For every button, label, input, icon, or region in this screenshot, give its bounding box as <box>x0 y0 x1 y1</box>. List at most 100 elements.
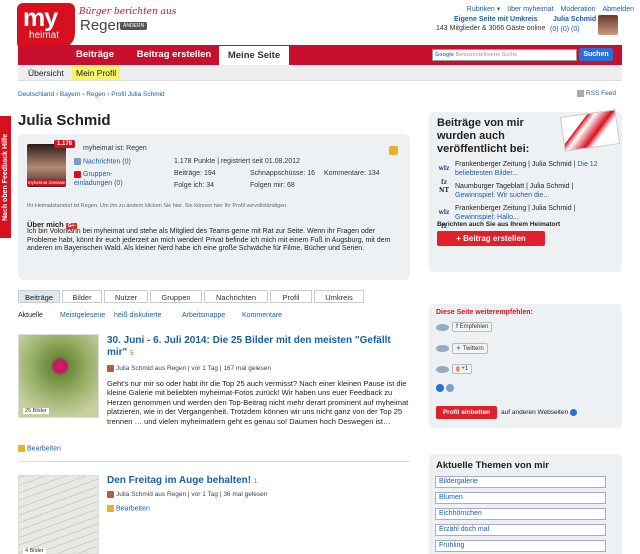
topic-item[interactable]: Bildergalerie <box>435 476 606 488</box>
source-article-link[interactable]: Gewinnspiel: Wir suchen die... <box>455 192 549 199</box>
post-title[interactable]: Den Freitag im Auge behalten! 1 <box>107 475 407 488</box>
topic-item[interactable]: Erzähl doch mal <box>435 524 606 536</box>
post-meta-text: Julia Schmid aus Regen | vor 1 Tag | 167… <box>116 365 272 373</box>
gplus-button[interactable]: g +1 <box>452 364 473 374</box>
logout-link[interactable]: Abmelden <box>602 6 634 13</box>
user-avatar-small[interactable] <box>598 15 618 35</box>
newspapers-image <box>559 109 621 152</box>
tab-umkreis[interactable]: Umkreis <box>314 290 364 303</box>
info-icon[interactable] <box>436 384 444 392</box>
nav-tab-beitraege[interactable]: Beiträge <box>70 45 120 65</box>
myheimat-logo[interactable]: my heimat <box>17 3 75 49</box>
filter-heiss-diskutierte[interactable]: heiß diskutierte <box>114 312 161 319</box>
group-icon <box>74 171 81 178</box>
about-text: Ich bin Volontärin bei myheimat und steh… <box>27 228 391 253</box>
stat-followers: Folgen mir: 68 <box>250 182 295 189</box>
members-online: 143 Mitglieder & 3066 Gäste online <box>436 25 546 32</box>
filter-meistgelesene[interactable]: Meistgelesene <box>60 312 105 319</box>
filter-aktuelle[interactable]: Aktuelle <box>18 312 43 319</box>
subnav-my-profile[interactable]: Mein Profil <box>72 66 121 80</box>
source-logo: wlz fz <box>438 209 450 230</box>
about-link[interactable]: über myheimat <box>507 6 553 13</box>
nav-tab-meine-seite[interactable]: Meine Seite <box>218 45 290 65</box>
search-input[interactable]: Google Benutzerdefinierte Suche <box>432 49 577 61</box>
post-thumbnail[interactable]: 4 Bilder <box>18 475 99 554</box>
source-article-link[interactable]: Gewinnspiel: Hallo... <box>455 214 519 221</box>
edit-post-link[interactable]: Bearbeiten <box>18 445 61 452</box>
author-avatar-icon <box>107 365 114 372</box>
post-divider <box>18 461 410 462</box>
info-icon[interactable] <box>569 409 577 416</box>
stat-snapshots: Schnappschüsse: 16 <box>250 170 315 177</box>
tab-nachrichten[interactable]: Nachrichten <box>204 290 268 303</box>
rss-icon <box>577 90 584 97</box>
search-placeholder: Benutzerdefinierte Suche <box>455 52 518 58</box>
twitter-icon: ✦ <box>456 346 463 352</box>
published-elsewhere-box: Beiträge von mir wurden auch veröffentli… <box>429 109 622 272</box>
source-logo: wlz fz <box>438 165 450 186</box>
filter-arbeitsmappe[interactable]: Arbeitsmappe <box>182 312 225 319</box>
envelope-icon <box>74 158 81 165</box>
twitter-label: Twittern <box>462 346 484 352</box>
breadcrumb[interactable]: Deutschland › Bayern › Regen › Profil Ju… <box>18 91 165 98</box>
group-invites-link[interactable]: Gruppen- einladungen (0) <box>74 170 134 188</box>
author-avatar-icon <box>107 491 114 498</box>
points-line: 1.178 Punkte | registriert seit 01.08.20… <box>174 158 300 165</box>
tab-beitraege[interactable]: Beiträge <box>18 290 60 303</box>
eye-icon <box>436 365 449 373</box>
topic-item[interactable]: Eichhörnchen <box>435 508 606 520</box>
user-counts[interactable]: (0) (0) (0) <box>550 26 580 33</box>
rubriken-menu[interactable]: Rubriken ▾ <box>467 6 500 13</box>
messages-link[interactable]: Nachrichten (0) <box>74 158 131 165</box>
edit-label: Bearbeiten <box>116 505 150 513</box>
change-region-button[interactable]: ÄNDERN <box>120 22 148 30</box>
filter-kommentare[interactable]: Kommentare <box>242 312 282 319</box>
page-title: Julia Schmid <box>18 112 111 129</box>
box-note: Berichten auch Sie aus Ihrem Heimatort <box>437 221 561 228</box>
stat-comments: Kommentare: 134 <box>324 170 380 177</box>
nav-tab-beitrag-erstellen[interactable]: Beitrag erstellen <box>128 45 220 65</box>
twitter-button[interactable]: ✦ Twittern <box>452 343 488 354</box>
tab-gruppen[interactable]: Gruppen <box>150 290 202 303</box>
topic-item[interactable]: Blumen <box>435 492 606 504</box>
tab-nutzer[interactable]: Nutzer <box>104 290 148 303</box>
tab-bilder[interactable]: Bilder <box>62 290 102 303</box>
embed-profile-button[interactable]: Profil einbetten <box>436 406 497 419</box>
share-title: Diese Seite weiterempfehlen: <box>436 309 533 316</box>
subnav-overview[interactable]: Übersicht <box>28 68 64 78</box>
edit-post-link[interactable]: Bearbeiten <box>107 505 150 512</box>
source-entry[interactable]: Naumburger Tageblatt | Julia Schmid | Ge… <box>455 183 615 200</box>
edit-icon <box>107 505 114 512</box>
post-meta: Julia Schmid aus Regen | vor 1 Tag | 36 … <box>107 491 267 498</box>
home-line: myheimat ist: Regen <box>83 145 147 152</box>
facebook-recommend-label: Empfehlen <box>459 324 489 330</box>
topics-box: Aktuelle Themen von mir Bildergalerie Bl… <box>429 454 622 554</box>
topic-item[interactable]: Frühling <box>435 540 606 552</box>
share-row-twitter: ✦ Twittern <box>436 343 488 355</box>
tab-profil[interactable]: Profil <box>270 290 312 303</box>
thumb-spacer <box>18 379 107 417</box>
logo-text-heimat: heimat <box>29 30 60 41</box>
stat-posts: Beiträge: 194 <box>174 170 216 177</box>
settings-icon[interactable] <box>446 384 454 392</box>
post-meta: Julia Schmid aus Regen | vor 1 Tag | 167… <box>107 365 271 372</box>
post-meta-text: Julia Schmid aus Regen | vor 1 Tag | 36 … <box>116 491 268 499</box>
rss-link[interactable]: RSS Feed <box>577 90 616 97</box>
create-post-button[interactable]: + Beitrag erstellen <box>437 231 545 246</box>
my-home-link[interactable]: Eigene Seite mit Umkreis <box>454 16 538 23</box>
post-title[interactable]: 30. Juni - 6. Juli 2014: Die 25 Bilder m… <box>107 335 407 360</box>
facebook-recommend-button[interactable]: f Empfehlen <box>452 322 493 332</box>
edit-profile-icon[interactable] <box>389 146 398 155</box>
post-title-text: Den Freitag im Auge behalten! <box>107 475 252 486</box>
image-count-label: 4 Bilder <box>23 548 46 554</box>
moderation-link[interactable]: Moderation <box>560 6 595 13</box>
side-feedback-tab[interactable]: Nach oben Feedback Hilfe <box>0 116 11 238</box>
search-button[interactable]: Suchen <box>579 48 613 61</box>
source-entry[interactable]: Frankenberger Zeitung | Julia Schmid | D… <box>455 161 615 178</box>
user-name-link[interactable]: Julia Schmid <box>553 16 596 23</box>
source-entry[interactable]: Frankenberger Zeitung | Julia Schmid | G… <box>455 205 615 222</box>
stat-following: Folge ich: 34 <box>174 182 215 189</box>
top-links: Rubriken ▾ über myheimat Moderation Abme… <box>462 5 634 13</box>
share-row-info <box>436 384 454 396</box>
points-badge: 1.178 <box>54 140 76 148</box>
